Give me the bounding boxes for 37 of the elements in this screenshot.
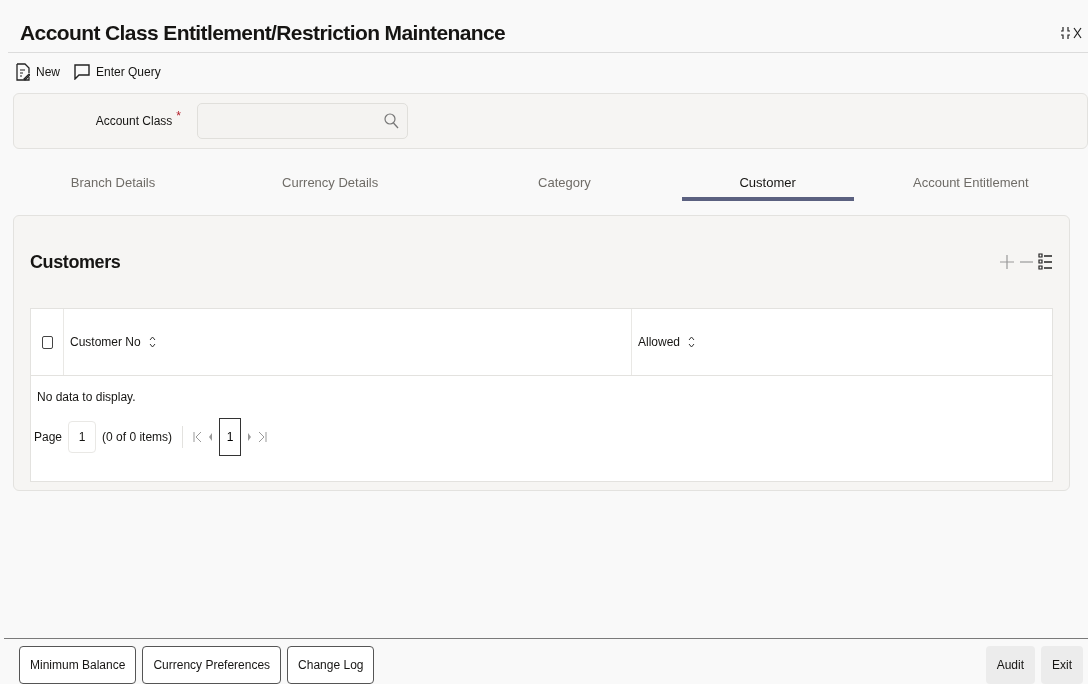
page-label: Page (34, 430, 63, 444)
speech-bubble-icon (74, 64, 90, 80)
tab[interactable]: Account Entitlement (853, 159, 1088, 201)
close-icon[interactable] (1073, 27, 1082, 39)
item-count: (0 of 0 items) (102, 430, 173, 444)
footer-button[interactable]: Currency Preferences (142, 646, 282, 684)
search-icon[interactable] (384, 113, 399, 129)
column-header[interactable]: Allowed (638, 335, 681, 349)
previous-page-icon[interactable] (208, 432, 214, 442)
select-all-checkbox[interactable] (41, 335, 53, 349)
footer-button[interactable]: Audit (985, 646, 1035, 684)
new-document-icon (16, 63, 30, 81)
column-header[interactable]: Customer No (70, 335, 141, 349)
footer-button[interactable]: Change Log (287, 646, 375, 684)
footer-button[interactable]: Minimum Balance (19, 646, 137, 684)
enter-query-button[interactable]: Enter Query (74, 64, 161, 80)
sort-icon[interactable] (688, 336, 696, 348)
window-title: Account Class Entitlement/Restriction Maintenance (20, 21, 506, 45)
tab[interactable]: Branch Details (13, 159, 213, 201)
collapse-icon[interactable] (1060, 26, 1071, 40)
tab[interactable]: Customer (681, 159, 854, 201)
last-page-icon[interactable] (258, 431, 268, 443)
page-input[interactable]: 1 (68, 421, 97, 453)
tab[interactable]: Currency Details (213, 159, 448, 201)
new-button[interactable]: New (16, 63, 60, 81)
account-class-field[interactable] (197, 103, 408, 139)
tab[interactable]: Category (447, 159, 682, 201)
footer-button[interactable]: Exit (1041, 646, 1083, 684)
next-page-icon[interactable] (247, 432, 253, 442)
page-number[interactable]: 1 (219, 418, 242, 456)
empty-message: No data to display. (37, 390, 136, 404)
required-mark: * (176, 109, 181, 123)
list-view-icon[interactable] (1038, 253, 1053, 271)
section-title: Customers (30, 251, 121, 273)
sort-icon[interactable] (148, 336, 156, 348)
first-page-icon[interactable] (193, 431, 203, 443)
field-label: Account Class (95, 114, 173, 128)
